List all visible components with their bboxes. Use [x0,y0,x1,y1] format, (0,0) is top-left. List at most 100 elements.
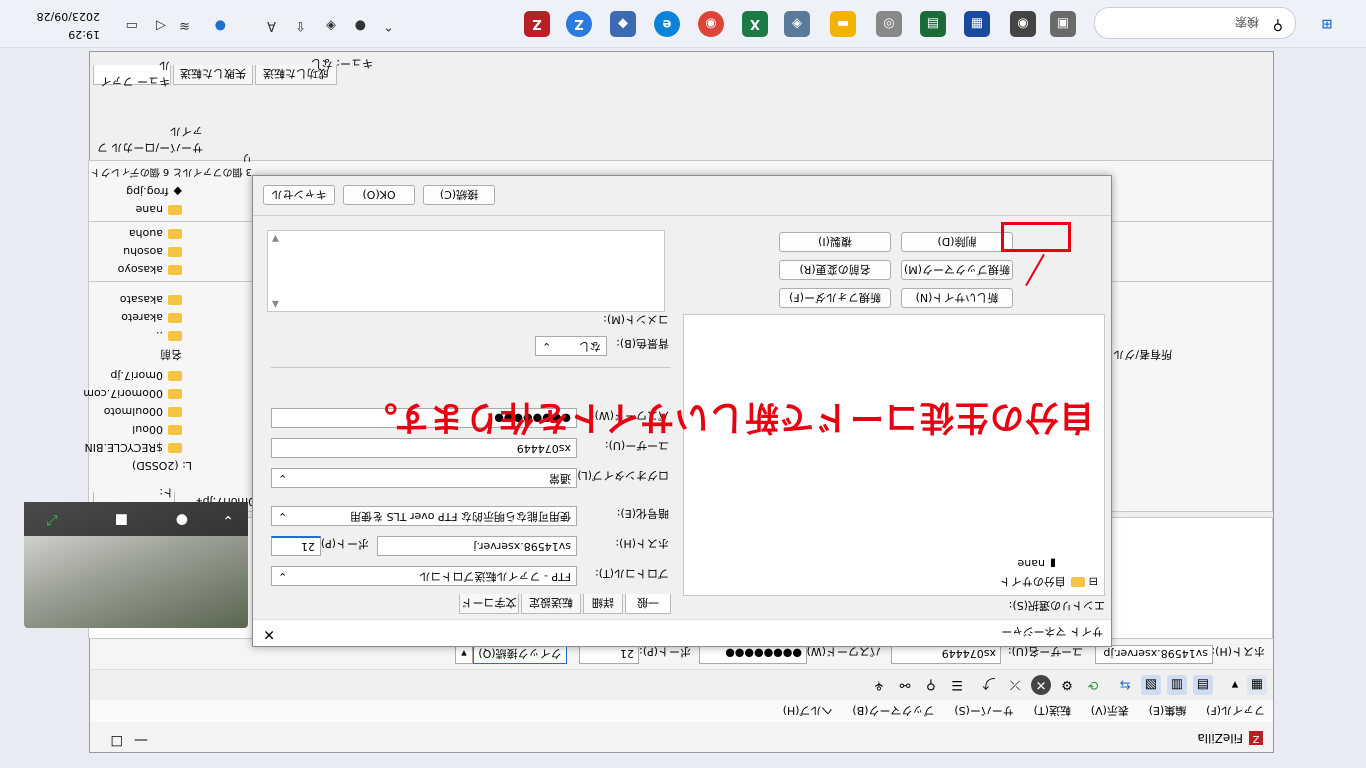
logon-type-select[interactable]: 通常 ⌄ [271,468,577,488]
scroll-down-icon[interactable]: ▼ [272,233,279,243]
binoculars-icon[interactable]: ⚘ [869,675,889,695]
tray-app-icon[interactable]: ● [215,18,226,33]
ok-button[interactable]: OK(O) [343,185,415,205]
list-header-owner[interactable]: 所有者/グル... [1103,347,1172,363]
camera-icon[interactable]: ■ [115,512,128,528]
menu-server[interactable]: サーバー(S) [946,700,1021,722]
clock-date[interactable]: 2023/09/28 [37,10,100,23]
file-explorer-icon[interactable]: ▬ [830,11,856,37]
maximize-button[interactable]: ☐ [110,732,123,748]
menu-transfer[interactable]: 転送(T) [1026,700,1079,722]
port-input[interactable]: 21 [579,645,639,664]
tree-drive[interactable]: L: (2OSSD) [132,457,192,475]
tab-queued-files[interactable]: キュー ファイル [93,60,171,89]
encryption-select[interactable]: 使用可能なら明示的な FTP over TLS を使用 ⌄ [271,506,577,526]
tray-app-icon[interactable]: ◈ [326,18,336,33]
list-item[interactable]: akareto [121,309,182,327]
tab-charset[interactable]: 文字コード [459,594,519,614]
user-input[interactable]: xs074449 [891,645,1001,664]
cancel-button[interactable]: キャンセル [263,185,335,205]
list-item[interactable]: nane [136,201,182,219]
microphone-icon[interactable]: ● [176,512,188,528]
menu-view[interactable]: 表示(V) [1083,700,1137,722]
toggle-local-tree-icon[interactable]: ▥ [1167,675,1187,695]
wifi-icon[interactable]: ≋ [179,18,190,33]
search-box[interactable]: ⚲ 検索 [1094,7,1296,39]
chevron-up-icon[interactable]: ⌃ [383,18,394,33]
password-input[interactable]: ●●●●●●●● [699,645,807,664]
disconnect-icon[interactable]: ⤫ [1005,675,1025,695]
port-input[interactable]: 21 [271,536,321,556]
quickconnect-dropdown-icon[interactable]: ▾ [455,645,473,664]
clock-time[interactable]: 19:29 [68,28,100,41]
taskbar-app-icon[interactable]: ▣ [1050,11,1076,37]
ime-icon[interactable]: A [267,18,276,33]
site-tree[interactable]: ⊟ 自分のサイト ▮ nane [683,314,1105,596]
camera-app-icon[interactable]: ◉ [1010,11,1036,37]
comment-textarea[interactable]: ▲ ▼ [267,230,665,312]
tree-00oul[interactable]: 00oul [132,421,182,439]
close-icon[interactable]: ✕ [263,626,275,642]
delete-button[interactable]: 削除(D) [901,232,1013,252]
list-item[interactable]: auoha [129,225,182,243]
tree-00oulmoto[interactable]: 00oulmoto [104,403,182,421]
filezilla-taskbar-icon[interactable]: Z [524,11,550,37]
list-item-parent[interactable]: .. [156,327,182,345]
list-item[interactable]: akasoyo [118,261,182,279]
duplicate-button[interactable]: 複製(I) [779,232,891,252]
host-input[interactable]: sv14598.xserver.jp [1095,645,1213,664]
tray-app-icon[interactable]: ⇧ [295,18,306,33]
start-icon[interactable]: ⊞ [1314,11,1340,37]
cancel-icon[interactable]: ✕ [1031,675,1051,695]
minimize-button[interactable]: — [134,732,148,748]
list-item[interactable]: akasato [120,291,182,309]
tray-app-icon[interactable]: ● [355,18,366,33]
list-header-name[interactable]: 名前 [160,347,182,363]
quickconnect-button[interactable]: クイック接続(Q) [473,645,567,664]
refresh-icon[interactable]: ⟳ [1083,675,1103,695]
battery-icon[interactable]: ▭ [126,18,138,33]
tree-my-sites[interactable]: ⊟ 自分のサイト [1000,573,1098,591]
search-files-icon[interactable]: ⚯ [895,675,915,695]
taskbar-app-icon[interactable]: ◆ [610,11,636,37]
zoom-icon[interactable]: Z [566,11,592,37]
directory-compare-icon[interactable]: ☰ [947,675,967,695]
edge-icon[interactable]: e [654,11,680,37]
menu-help[interactable]: ヘルプ(H) [775,700,841,722]
site-manager-icon[interactable]: ▦ [1247,675,1267,695]
new-site-button[interactable]: 新しいサイト(N) [901,288,1013,308]
tree-new-site[interactable]: ▮ nane [1017,555,1056,573]
protocol-select[interactable]: FTP - ファイル転送プロトコル ⌄ [271,566,577,586]
toggle-queue-icon[interactable]: ⇆ [1115,675,1135,695]
chrome-icon[interactable]: ◉ [698,11,724,37]
tab-transfer-settings[interactable]: 転送設定 [521,594,581,614]
chevron-down-icon[interactable]: ⌄ [222,512,234,528]
host-input[interactable]: sv14598.xserver.j [377,536,577,556]
taskbar-app-icon[interactable]: ◈ [784,11,810,37]
taskbar-app-icon[interactable]: ▤ [920,11,946,37]
list-item-file[interactable]: ◆ frog.jpg [126,183,182,201]
webcam-app-icon[interactable]: ◎ [876,11,902,37]
toggle-log-icon[interactable]: ▤ [1193,675,1213,695]
sync-browse-icon[interactable]: ⚲ [921,675,941,695]
process-queue-icon[interactable]: ⚙ [1057,675,1077,695]
connect-button[interactable]: 接続(C) [423,185,495,205]
bg-color-select[interactable]: なし ⌄ [535,336,607,356]
tree-00omori7com[interactable]: 00omori7.com [83,385,182,403]
new-folder-button[interactable]: 新規フォルダー(F) [779,288,891,308]
excel-icon[interactable]: X [742,11,768,37]
tab-advanced[interactable]: 詳細 [583,594,623,614]
reconnect-icon[interactable]: ⤴ [979,675,999,695]
expand-icon[interactable]: ⤢ [47,512,58,528]
menu-file[interactable]: ファイル(F) [1198,700,1273,722]
tree-recycle[interactable]: $RECYCLE.BIN [85,439,182,457]
toggle-remote-tree-icon[interactable]: ▧ [1141,675,1161,695]
rename-button[interactable]: 名前の変更(R) [779,260,891,280]
user-input[interactable]: xs074449 [271,438,577,458]
menu-edit[interactable]: 編集(E) [1141,700,1195,722]
menu-bookmark[interactable]: ブックマーク(B) [844,700,942,722]
new-bookmark-button[interactable]: 新規ブックマーク(M) [901,260,1013,280]
tab-failed-transfers[interactable]: 失敗した転送 [173,65,253,85]
list-item[interactable]: aosohu [123,243,182,261]
tab-general[interactable]: 一般 [625,594,671,614]
